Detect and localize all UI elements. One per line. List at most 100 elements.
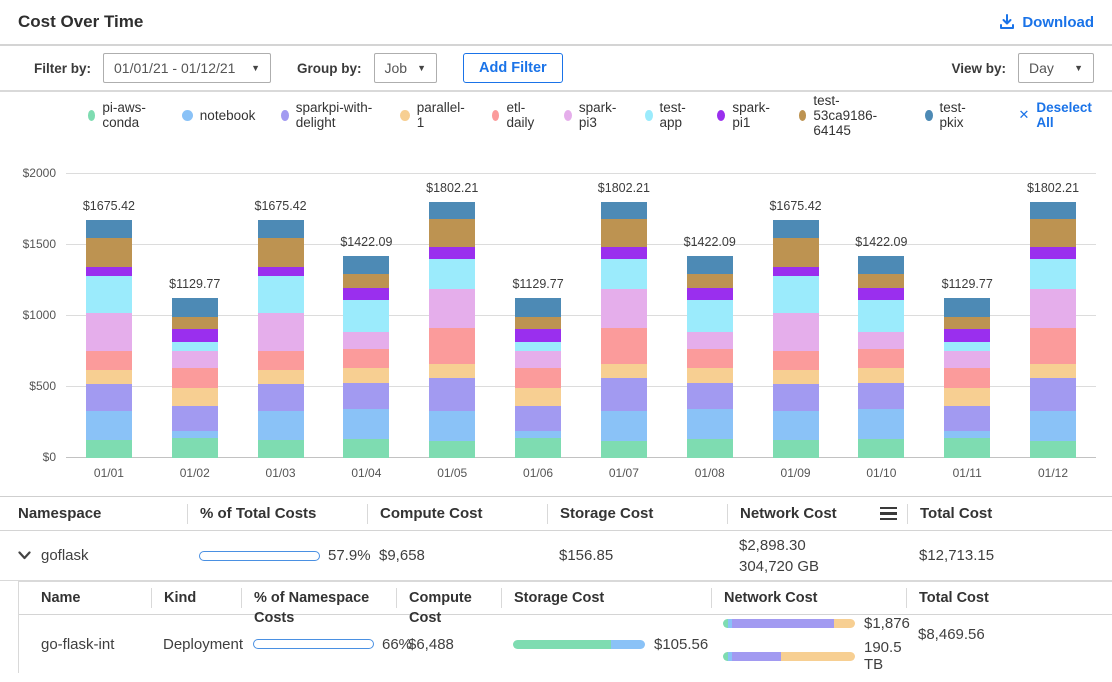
bar-segment-parallel-1 xyxy=(858,368,904,384)
stacked-bar[interactable] xyxy=(687,256,733,458)
col-name: Name xyxy=(19,588,151,608)
bar-segment-test-pkix xyxy=(944,298,990,317)
x-tick-label: 01/10 xyxy=(866,466,896,480)
bar-segment-spark-pi1 xyxy=(258,267,304,276)
chevron-down-icon[interactable] xyxy=(18,551,31,560)
network-cost-label: Network Cost xyxy=(740,504,837,524)
x-tick-label: 01/04 xyxy=(351,466,381,480)
namespace-table-header: Namespace % of Total Costs Compute Cost … xyxy=(0,497,1112,531)
bar-segment-etl-daily xyxy=(172,368,218,388)
legend-item-parallel-1[interactable]: parallel-1 xyxy=(400,100,466,130)
bar-column-01/08: $1422.0901/08 xyxy=(667,174,753,458)
stacked-bar[interactable] xyxy=(515,298,561,458)
bar-total-label: $1802.21 xyxy=(426,181,478,195)
download-button[interactable]: Download xyxy=(999,14,1094,31)
bar-segment-sparkpi-with-delight xyxy=(515,406,561,431)
bar-segment-notebook xyxy=(773,411,819,440)
column-menu-icon[interactable] xyxy=(880,507,897,521)
x-tick-label: 01/12 xyxy=(1038,466,1068,480)
bar-segment-notebook xyxy=(86,411,132,440)
bar-segment-spark-pi1 xyxy=(687,288,733,300)
y-tick-label: $0 xyxy=(10,450,56,464)
storage-cost-value: $156.85 xyxy=(547,547,727,564)
bar-total-label: $1422.09 xyxy=(855,235,907,249)
mini-bar-segment-orange xyxy=(781,652,855,661)
bar-segment-spark-pi1 xyxy=(429,247,475,259)
bar-segment-parallel-1 xyxy=(1030,364,1076,377)
total-cost-value: $8,469.56 xyxy=(906,615,1112,643)
bar-total-label: $1129.77 xyxy=(169,277,220,291)
bar-segment-pi-aws-conda xyxy=(429,441,475,458)
network-cost-cell: $1,876 190.5 TB xyxy=(711,615,906,673)
legend-swatch xyxy=(925,110,932,121)
bar-segment-test-pkix xyxy=(1030,202,1076,219)
legend-item-test-pkix[interactable]: test-pkix xyxy=(925,100,972,130)
y-tick-label: $1500 xyxy=(10,237,56,251)
bar-segment-test-53ca9186-64145 xyxy=(429,219,475,247)
bar-total-label: $1675.42 xyxy=(254,199,306,213)
filter-by-label: Filter by: xyxy=(34,61,91,76)
legend-label: pi-aws-conda xyxy=(102,100,155,130)
stacked-bar[interactable] xyxy=(601,202,647,458)
bar-segment-sparkpi-with-delight xyxy=(687,383,733,409)
stacked-bar[interactable] xyxy=(944,298,990,458)
bar-column-01/03: $1675.4201/03 xyxy=(238,174,324,458)
bar-segment-sparkpi-with-delight xyxy=(944,406,990,431)
stacked-bar[interactable] xyxy=(343,256,389,458)
chart-legend: pi-aws-conda notebook sparkpi-with-delight… xyxy=(0,92,1112,138)
col-storage-cost: Storage Cost xyxy=(547,504,727,524)
bar-segment-etl-daily xyxy=(773,351,819,370)
col-total-cost: Total Cost xyxy=(907,504,1112,524)
legend-item-notebook[interactable]: notebook xyxy=(182,108,256,123)
date-range-select[interactable]: 01/01/21 - 01/12/21 ▼ xyxy=(103,53,271,83)
legend-item-test-app[interactable]: test-app xyxy=(645,100,691,130)
group-by-select[interactable]: Job ▼ xyxy=(374,53,438,83)
workload-name[interactable]: go-flask-int xyxy=(19,636,151,653)
legend-items: pi-aws-conda notebook sparkpi-with-delight… xyxy=(88,93,998,138)
namespace-expand-cell[interactable]: goflask xyxy=(0,547,187,564)
bar-segment-test-app xyxy=(601,259,647,289)
legend-label: parallel-1 xyxy=(417,100,466,130)
bar-segment-spark-pi1 xyxy=(86,267,132,276)
bar-column-01/07: $1802.2101/07 xyxy=(581,174,667,458)
legend-item-spark-pi1[interactable]: spark-pi1 xyxy=(717,100,773,130)
bar-segment-pi-aws-conda xyxy=(687,439,733,458)
bar-segment-test-53ca9186-64145 xyxy=(515,317,561,329)
view-by-select[interactable]: Day ▼ xyxy=(1018,53,1094,83)
bar-segment-spark-pi1 xyxy=(515,329,561,341)
x-tick-label: 01/07 xyxy=(609,466,639,480)
bar-segment-test-pkix xyxy=(86,220,132,238)
legend-item-spark-pi3[interactable]: spark-pi3 xyxy=(564,100,620,130)
bar-segment-notebook xyxy=(1030,411,1076,441)
legend-item-etl-daily[interactable]: etl-daily xyxy=(492,100,538,130)
stacked-bar[interactable] xyxy=(86,220,132,458)
bar-segment-spark-pi1 xyxy=(944,329,990,341)
stacked-bar[interactable] xyxy=(858,256,904,458)
stacked-bar[interactable] xyxy=(773,220,819,458)
stacked-bar[interactable] xyxy=(172,298,218,458)
bar-segment-etl-daily xyxy=(858,349,904,368)
stacked-bar[interactable] xyxy=(429,202,475,458)
bar-segment-parallel-1 xyxy=(687,368,733,384)
legend-item-sparkpi-with-delight[interactable]: sparkpi-with-delight xyxy=(281,100,374,130)
bar-segment-etl-daily xyxy=(515,368,561,388)
x-tick-label: 01/08 xyxy=(695,466,725,480)
col-percent-namespace: % of Namespace Costs xyxy=(241,588,396,608)
bar-segment-test-53ca9186-64145 xyxy=(944,317,990,329)
add-filter-button[interactable]: Add Filter xyxy=(463,53,563,83)
percent-total-cell: 57.9% xyxy=(187,547,367,564)
bar-total-label: $1802.21 xyxy=(598,181,650,195)
bar-column-01/01: $1675.4201/01 xyxy=(66,174,152,458)
compute-cost-value: $6,488 xyxy=(396,636,501,653)
stacked-bar[interactable] xyxy=(1030,202,1076,458)
deselect-all-button[interactable]: ✕ Deselect All xyxy=(1018,100,1094,130)
bar-segment-spark-pi3 xyxy=(1030,289,1076,327)
bar-column-01/09: $1675.4201/09 xyxy=(753,174,839,458)
legend-item-test-53ca9186-64145[interactable]: test-53ca9186-64145 xyxy=(799,93,899,138)
stacked-bar[interactable] xyxy=(258,220,304,458)
bar-segment-spark-pi3 xyxy=(773,313,819,351)
col-namespace: Namespace xyxy=(0,504,187,524)
bar-segment-test-app xyxy=(515,342,561,351)
legend-item-pi-aws-conda[interactable]: pi-aws-conda xyxy=(88,100,156,130)
network-cost-bar xyxy=(723,619,855,628)
